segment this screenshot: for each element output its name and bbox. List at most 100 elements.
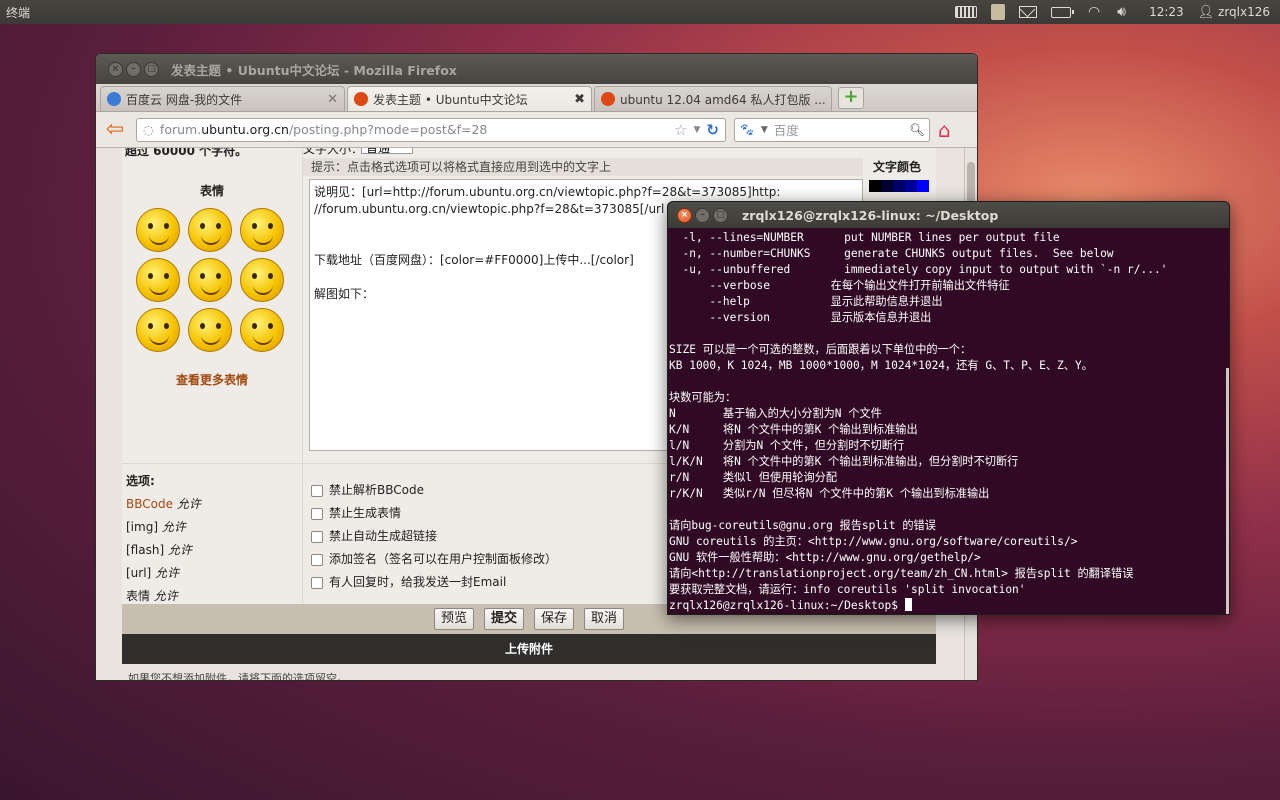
option-state: 允许 (176, 497, 201, 511)
terminal-line: 请向bug-coreutils@gnu.org 报告split 的错误 (669, 519, 936, 532)
close-icon[interactable]: × (677, 207, 692, 223)
back-arrow-icon[interactable]: ⇦ (102, 117, 128, 142)
checkbox[interactable] (311, 553, 323, 566)
terminal-line: GNU coreutils 的主页：<http://www.gnu.org/so… (669, 535, 1078, 548)
option-name: [img] (126, 520, 159, 534)
baidu-icon (107, 92, 121, 106)
option-state: 允许 (153, 589, 178, 603)
thinking-smiley-icon[interactable] (188, 308, 232, 352)
user-menu[interactable]: 👤︎ zrqlx126 (1198, 5, 1270, 20)
terminal-line: --version 显示版本信息并退出 (669, 311, 932, 324)
terminal-output[interactable]: -l, --lines=NUMBER put NUMBER lines per … (668, 228, 1229, 614)
preview-button[interactable]: 预览 (433, 608, 474, 630)
text-color-label: 文字颜色 (873, 160, 922, 174)
terminal-line: N 基于输入的大小分割为N 个文件 (669, 407, 882, 420)
terminal-scrollbar[interactable] (1226, 368, 1229, 614)
terminal-line: 要获取完整文档，请运行：info coreutils 'split invoca… (669, 583, 1026, 596)
upload-attachment-header[interactable]: 上传附件 (122, 634, 936, 664)
close-icon[interactable]: × (108, 61, 123, 77)
font-size-label: 文字大小： (303, 148, 364, 156)
emoticon-grid (136, 208, 286, 352)
terminal-line: KB 1000，K 1024，MB 1000*1000，M 1024*1024，… (669, 359, 1093, 372)
save-button[interactable]: 保存 (534, 608, 575, 630)
option-state: 允许 (155, 566, 180, 580)
smiley-icon[interactable] (136, 208, 180, 252)
format-hint: 提示：点击格式选项可以将格式直接应用到选中的文字上 (303, 158, 863, 176)
ubuntu-icon (354, 92, 368, 106)
submit-button[interactable]: 提交 (483, 608, 524, 630)
reload-icon[interactable]: ↻ (706, 121, 719, 139)
option-bbcode: BBCode 允许 (126, 493, 298, 516)
terminal-line: --verbose 在每个输出文件打开前输出文件特征 (669, 279, 1010, 292)
tab-label: 百度云 网盘-我的文件 (126, 92, 243, 107)
option-url: [url] 允许 (126, 562, 298, 585)
bookmark-star-icon[interactable]: ☆ (674, 121, 687, 139)
sweat-smiley-icon[interactable] (240, 258, 284, 302)
search-icon[interactable]: 🔍︎ (909, 122, 925, 138)
minimize-icon[interactable]: – (695, 207, 710, 223)
tab-label: ubuntu 12.04 amd64 私人打包版 ... (620, 92, 825, 107)
checkbox-label: 有人回复时，给我发送一封Email (329, 575, 507, 589)
giggle-smiley-icon[interactable] (136, 258, 180, 302)
baidu-paw-icon[interactable]: 🐾︎ (739, 122, 755, 138)
maximize-icon[interactable]: □ (713, 207, 728, 223)
terminal-line: 请向<http://translationproject.org/team/zh… (669, 567, 1134, 580)
volume-icon[interactable]: 🔊︎ (1117, 5, 1135, 19)
globe-icon: ◌ (143, 122, 154, 137)
font-size-select[interactable]: 普通 (361, 148, 413, 155)
wink-smiley-icon[interactable] (240, 208, 284, 252)
laugh-smiley-icon[interactable] (188, 258, 232, 302)
maximize-icon[interactable]: □ (144, 61, 159, 77)
mail-icon[interactable] (1019, 6, 1038, 18)
option-img: [img] 允许 (126, 516, 298, 539)
minimize-icon[interactable]: – (126, 61, 141, 77)
checkbox[interactable] (311, 507, 323, 520)
battery-icon[interactable] (1051, 6, 1075, 18)
terminal-titlebar[interactable]: × – □ zrqlx126@zrqlx126-linux: ~/Desktop (668, 202, 1229, 228)
cancel-button[interactable]: 取消 (584, 608, 625, 630)
more-emoticons-link[interactable]: 查看更多表情 (122, 371, 302, 388)
close-tab-icon[interactable]: ✖ (574, 92, 585, 107)
search-bar[interactable]: 🐾︎ ▼ 百度 🔍︎ (734, 117, 930, 142)
search-engine-dropdown-icon[interactable]: ▼ (761, 125, 768, 135)
close-tab-icon[interactable]: ✕ (327, 92, 338, 107)
options-title: 选项: (126, 474, 155, 488)
user-name: zrqlx126 (1218, 4, 1270, 19)
wifi-icon[interactable]: ◠ (1085, 5, 1103, 19)
prompt-text: zrqlx126@zrqlx126-linux:~/Desktop$ (669, 599, 905, 612)
tab-forum-post[interactable]: 发表主题 • Ubuntu中文论坛 ✖ (347, 86, 592, 111)
system-tray: ◠ 🔊︎ 12:23 👤︎ zrqlx126 (955, 4, 1270, 20)
window-title: 发表主题 • Ubuntu中文论坛 - Mozilla Firefox (171, 62, 457, 78)
option-name[interactable]: BBCode (126, 497, 173, 511)
search-input[interactable]: 百度 (774, 120, 903, 139)
tab-ubuntu-package[interactable]: ubuntu 12.04 amd64 私人打包版 ... (594, 86, 832, 111)
firefox-titlebar[interactable]: × – □ 发表主题 • Ubuntu中文论坛 - Mozilla Firefo… (96, 54, 977, 84)
option-flash: [flash] 允许 (126, 539, 298, 562)
home-icon[interactable]: ⌂ (938, 118, 951, 142)
tab-bar: 百度云 网盘-我的文件 ✕ 发表主题 • Ubuntu中文论坛 ✖ ubuntu… (96, 84, 977, 112)
tongue-smiley-icon[interactable] (188, 208, 232, 252)
url-bar[interactable]: ◌ forum.ubuntu.org.cn/posting.php?mode=p… (136, 117, 726, 142)
checkbox[interactable] (311, 576, 323, 589)
dropdown-icon[interactable]: ▼ (694, 125, 701, 135)
top-panel: 终端 ◠ 🔊︎ 12:23 👤︎ zrqlx126 (0, 0, 1280, 24)
checkbox-label: 添加签名（签名可以在用户控制面板修改） (329, 552, 558, 566)
terminal-line: --help 显示此帮助信息并退出 (669, 295, 943, 308)
clipboard-icon[interactable] (991, 4, 1006, 20)
checkbox[interactable] (311, 530, 323, 543)
terminal-line: 块数可能为： (669, 391, 737, 404)
grin-smiley-icon[interactable] (136, 308, 180, 352)
color-palette[interactable] (869, 180, 929, 192)
keyboard-icon[interactable] (955, 6, 978, 18)
terminal-line: -u, --unbuffered immediately copy input … (669, 263, 1168, 276)
checkbox[interactable] (311, 484, 323, 497)
new-tab-button[interactable]: + (838, 87, 864, 109)
tab-baidu-pan[interactable]: 百度云 网盘-我的文件 ✕ (100, 86, 345, 111)
font-size-value: 普通 (366, 148, 391, 155)
terminal-line: -l, --lines=NUMBER put NUMBER lines per … (669, 231, 1060, 244)
dizzy-smiley-icon[interactable] (240, 308, 284, 352)
clock[interactable]: 12:23 (1149, 5, 1184, 19)
option-name: [flash] (126, 543, 165, 557)
